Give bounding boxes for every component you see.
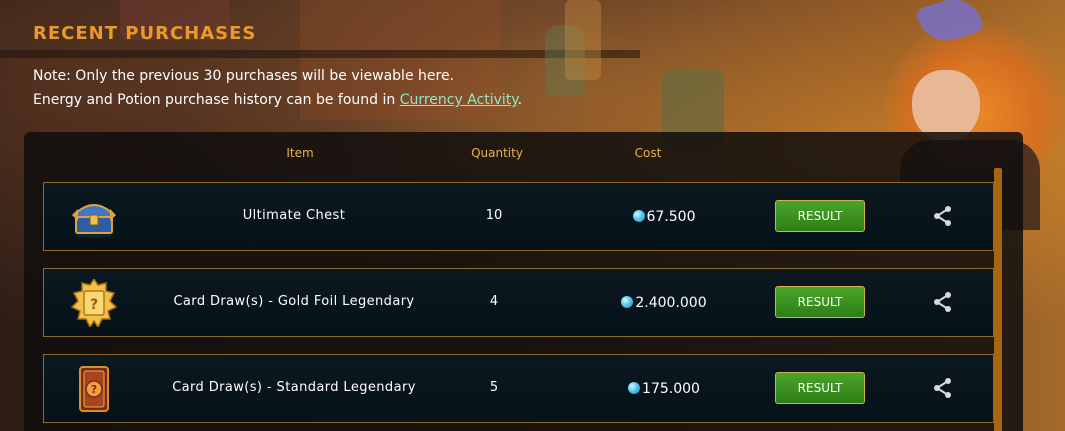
background-lamp [565,0,601,80]
scrollbar[interactable] [994,168,1002,431]
row-cost-value: 175.000 [642,381,700,397]
gold-card-icon: ? [68,277,120,329]
svg-text:?: ? [90,297,98,313]
row-item-name: Card Draw(s) - Gold Foil Legendary [173,294,415,309]
table-row: Ultimate Chest 10 67.500 RESULT [43,182,994,251]
gem-icon [621,296,634,308]
chest-icon [68,193,120,241]
column-header-item: Item [286,146,314,160]
row-quantity: 5 [489,380,499,395]
character-ribbon [915,0,985,49]
note-line-2: Energy and Potion purchase history can b… [33,88,522,112]
row-quantity: 4 [489,294,499,309]
row-cost: 67.500 [564,209,764,225]
scrollbar-thumb[interactable] [994,168,1002,431]
row-cost-value: 2.400.000 [635,295,707,311]
background-jar [545,25,585,95]
legendary-card-icon: ? [68,365,120,413]
share-icon[interactable] [932,205,954,227]
gem-icon [632,210,645,222]
row-cost-value: 67.500 [646,209,696,225]
svg-text:?: ? [91,383,97,396]
row-quantity: 10 [485,208,503,223]
table-row: ? Card Draw(s) - Gold Foil Legendary 4 2… [43,268,994,337]
background-shelf [0,50,640,58]
note-line-2-prefix: Energy and Potion purchase history can b… [33,92,400,108]
row-item-name: Card Draw(s) - Standard Legendary [172,380,416,395]
gem-icon [628,382,641,394]
result-button[interactable]: RESULT [775,200,865,232]
share-icon[interactable] [932,291,954,313]
purchase-note: Note: Only the previous 30 purchases wil… [33,64,522,112]
column-header-cost: Cost [634,146,662,160]
column-header-quantity: Quantity [471,146,523,160]
note-line-1: Note: Only the previous 30 purchases wil… [33,68,455,84]
row-cost: 2.400.000 [564,295,764,311]
app-screen: RECENT PURCHASES Note: Only the previous… [0,0,1065,431]
row-cost: 175.000 [564,381,764,397]
table-row: ? Card Draw(s) - Standard Legendary 5 17… [43,354,994,423]
row-item-name: Ultimate Chest [242,208,346,223]
result-button[interactable]: RESULT [775,372,865,404]
result-button[interactable]: RESULT [775,286,865,318]
share-icon[interactable] [932,377,954,399]
currency-activity-link[interactable]: Currency Activity [400,92,518,108]
note-line-2-suffix: . [517,92,523,108]
page-title: RECENT PURCHASES [33,23,257,44]
